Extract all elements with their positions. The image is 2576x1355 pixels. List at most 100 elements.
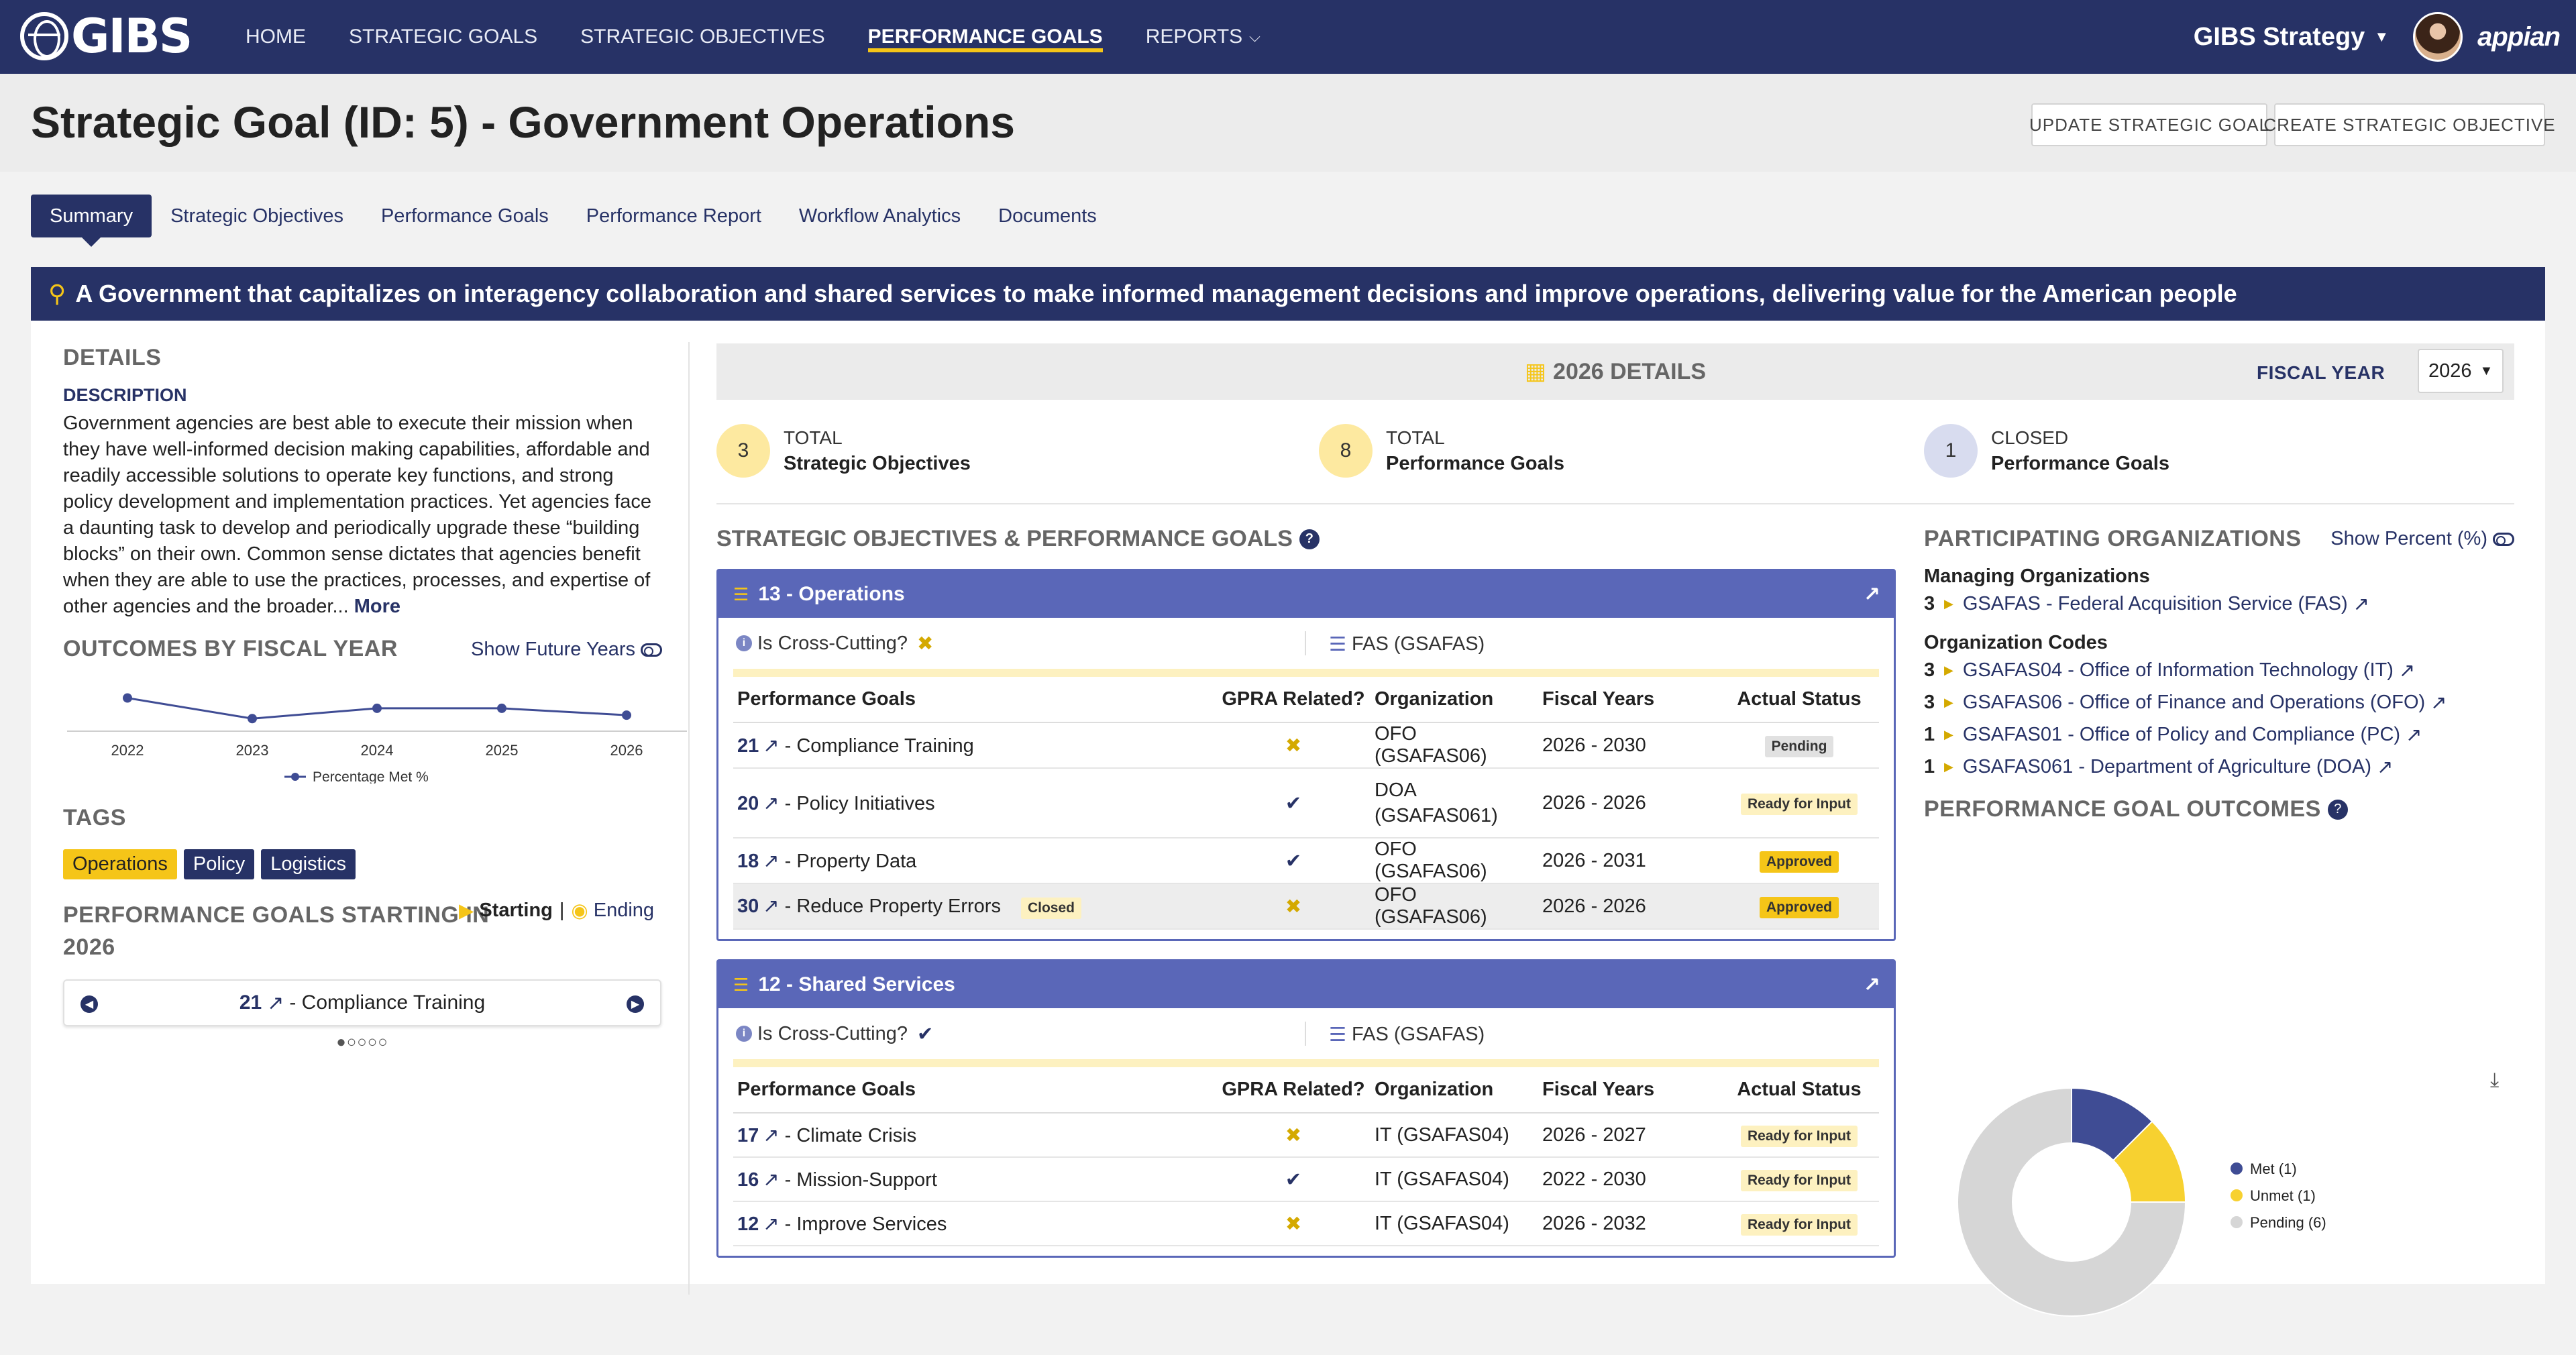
data-point[interactable] [248,714,257,724]
objective-title: 13 - Operations [758,583,905,605]
gpra-value: ✖ [1285,1124,1302,1146]
external-link-icon[interactable]: ↗ [763,735,779,757]
status-badge: Ready for Input [1740,1169,1858,1191]
nav-strategic-goals[interactable]: STRATEGIC GOALS [349,0,537,74]
tag-policy[interactable]: Policy [183,849,255,879]
help-icon[interactable]: ? [1299,529,1320,549]
table-row[interactable]: 12 ↗ - Improve Services ✖ IT (GSAFAS04) 2… [733,1201,1879,1246]
fiscal-year-dropdown[interactable]: 2026 ▼ [2418,349,2504,393]
external-link-icon[interactable]: ↗ [2406,723,2422,747]
data-point[interactable] [622,710,631,720]
org-code-item[interactable]: 1 ▶ GSAFAS061 - Department of Agriculture … [1924,751,2514,783]
expand-caret-icon[interactable]: ▶ [1944,696,1953,710]
carousel-pager[interactable]: ●○○○○ [63,1033,661,1052]
nav-performance-goals-label: PERFORMANCE GOALS [867,25,1103,48]
help-icon[interactable]: ? [2327,799,2348,820]
external-link-icon[interactable]: ↗ [267,991,284,1015]
org-name[interactable]: GSAFAS06 - Office of Finance and Operati… [1963,692,2425,714]
ending-option[interactable]: Ending [594,900,654,922]
nav-reports[interactable]: REPORTS ⌵ [1146,0,1260,74]
meta-separator [1305,631,1306,655]
table-row[interactable]: 20 ↗ - Policy Initiatives ✔ DOA (GSAFAS06… [733,768,1879,838]
goal-id-link[interactable]: 21 [737,735,759,757]
org-code-item[interactable]: 3 ▶ GSAFAS04 - Office of Information Techn… [1924,654,2514,686]
external-link-icon[interactable]: ↗ [2399,659,2415,682]
expand-caret-icon[interactable]: ▶ [1944,728,1953,742]
tab-strategic-objectives[interactable]: Strategic Objectives [152,195,362,237]
show-future-years-toggle[interactable]: Show Future Years [471,639,663,661]
external-link-icon[interactable]: ↗ [763,851,779,872]
gibs-logo[interactable]: GIBS [20,9,193,64]
tab-performance-goals[interactable]: Performance Goals [362,195,568,237]
open-external-icon[interactable]: ↗ [1864,973,1880,997]
nav-reports-label: REPORTS [1145,25,1243,48]
nav-strategic-objectives[interactable]: STRATEGIC OBJECTIVES [580,0,825,74]
x-tick-label: 2023 [236,742,269,759]
goal-id-link[interactable]: 16 [737,1169,759,1191]
objective-meta: i Is Cross-Cutting? ✖ ☰ FAS (GSAFAS) [718,618,1894,669]
managing-org-item[interactable]: 3 ▶ GSAFAS - Federal Acquisition Service (… [1924,588,2514,620]
app-switcher[interactable]: GIBS Strategy [2194,23,2365,52]
external-link-icon[interactable]: ↗ [763,1213,779,1235]
org-name[interactable]: GSAFAS01 - Office of Policy and Complian… [1963,724,2400,746]
goal-id-link[interactable]: 18 [737,851,759,872]
show-percent-toggle[interactable]: Show Percent (%) [2330,528,2514,550]
legend-label[interactable]: Pending (6) [2250,1214,2326,1231]
nav-home[interactable]: HOME [246,0,306,74]
previous-arrow-icon[interactable]: ◀ [80,995,98,1013]
open-external-icon[interactable]: ↗ [1864,583,1880,606]
external-link-icon[interactable]: ↗ [2430,691,2447,714]
tab-performance-report[interactable]: Performance Report [568,195,780,237]
table-row[interactable]: 17 ↗ - Climate Crisis ✖ IT (GSAFAS04) 202… [733,1113,1879,1158]
tag-operations[interactable]: Operations [63,849,177,879]
carousel-goal-id[interactable]: 21 [239,991,262,1014]
org-name[interactable]: GSAFAS04 - Office of Information Technol… [1963,659,2394,682]
tab-documents[interactable]: Documents [979,195,1116,237]
caret-down-icon[interactable]: ▼ [2374,28,2389,46]
expand-caret-icon[interactable]: ▶ [1944,597,1953,611]
goal-id-link[interactable]: 20 [737,793,759,814]
expand-caret-icon[interactable]: ▶ [1944,663,1953,678]
next-arrow-icon[interactable]: ▶ [627,995,644,1013]
objective-title: 12 - Shared Services [758,973,955,995]
external-link-icon[interactable]: ↗ [763,793,779,814]
table-row[interactable]: 21 ↗ - Compliance Training ✖ OFO (GSAFAS0… [733,722,1879,769]
gpra-value: ✔ [1285,850,1302,872]
org-name[interactable]: GSAFAS061 - Department of Agriculture (D… [1963,756,2371,778]
expand-caret-icon[interactable]: ▶ [1944,760,1953,774]
table-row[interactable]: 16 ↗ - Mission-Support ✔ IT (GSAFAS04) 20… [733,1157,1879,1202]
goal-org: OFO (GSAFAS06) [1371,838,1538,884]
goal-id-link[interactable]: 17 [737,1125,759,1146]
tab-workflow-analytics[interactable]: Workflow Analytics [780,195,979,237]
table-row[interactable]: 30 ↗ - Reduce Property Errors Closed ✖ OFO… [733,883,1879,930]
table-row[interactable]: 18 ↗ - Property Data ✔ OFO (GSAFAS06) 202… [733,838,1879,884]
external-link-icon[interactable]: ↗ [2377,755,2393,779]
org-code-item[interactable]: 3 ▶ GSAFAS06 - Office of Finance and Opera… [1924,686,2514,718]
create-strategic-objective-button[interactable]: CREATE STRATEGIC OBJECTIVE [2263,103,2555,146]
table-wrap: Performance Goals GPRA Related? Organiza… [718,677,1894,930]
starting-option[interactable]: Starting [479,900,553,922]
more-link[interactable]: More [354,596,400,617]
tab-summary[interactable]: Summary [31,195,152,247]
goal-id-link[interactable]: 30 [737,896,759,917]
outcomes-line-chart: 2022 2023 2024 2025 2026 Percentage Met % [67,693,687,783]
goal-id-link[interactable]: 12 [737,1213,759,1235]
legend-label[interactable]: Unmet (1) [2250,1187,2316,1204]
external-link-icon[interactable]: ↗ [2353,592,2369,616]
external-link-icon[interactable]: ↗ [763,1169,779,1191]
external-link-icon[interactable]: ↗ [763,896,779,917]
update-strategic-goal-button[interactable]: UPDATE STRATEGIC GOAL [2029,103,2269,146]
org-name[interactable]: GSAFAS - Federal Acquisition Service (FA… [1963,593,2348,615]
nav-performance-goals[interactable]: PERFORMANCE GOALS [867,0,1103,74]
org-code-item[interactable]: 1 ▶ GSAFAS01 - Office of Policy and Compli… [1924,718,2514,751]
table-header-row: Performance Goals GPRA Related? Organiza… [733,1067,1879,1114]
legend-label[interactable]: Met (1) [2250,1160,2297,1177]
user-avatar[interactable] [2413,12,2463,62]
tag-logistics[interactable]: Logistics [261,849,356,879]
data-point[interactable] [497,703,506,713]
objective-org: ☰ FAS (GSAFAS) [1329,633,1485,656]
performance-goals-table: Performance Goals GPRA Related? Organiza… [733,1067,1879,1246]
external-link-icon[interactable]: ↗ [763,1125,779,1146]
data-point[interactable] [372,703,382,713]
data-point[interactable] [123,693,132,703]
